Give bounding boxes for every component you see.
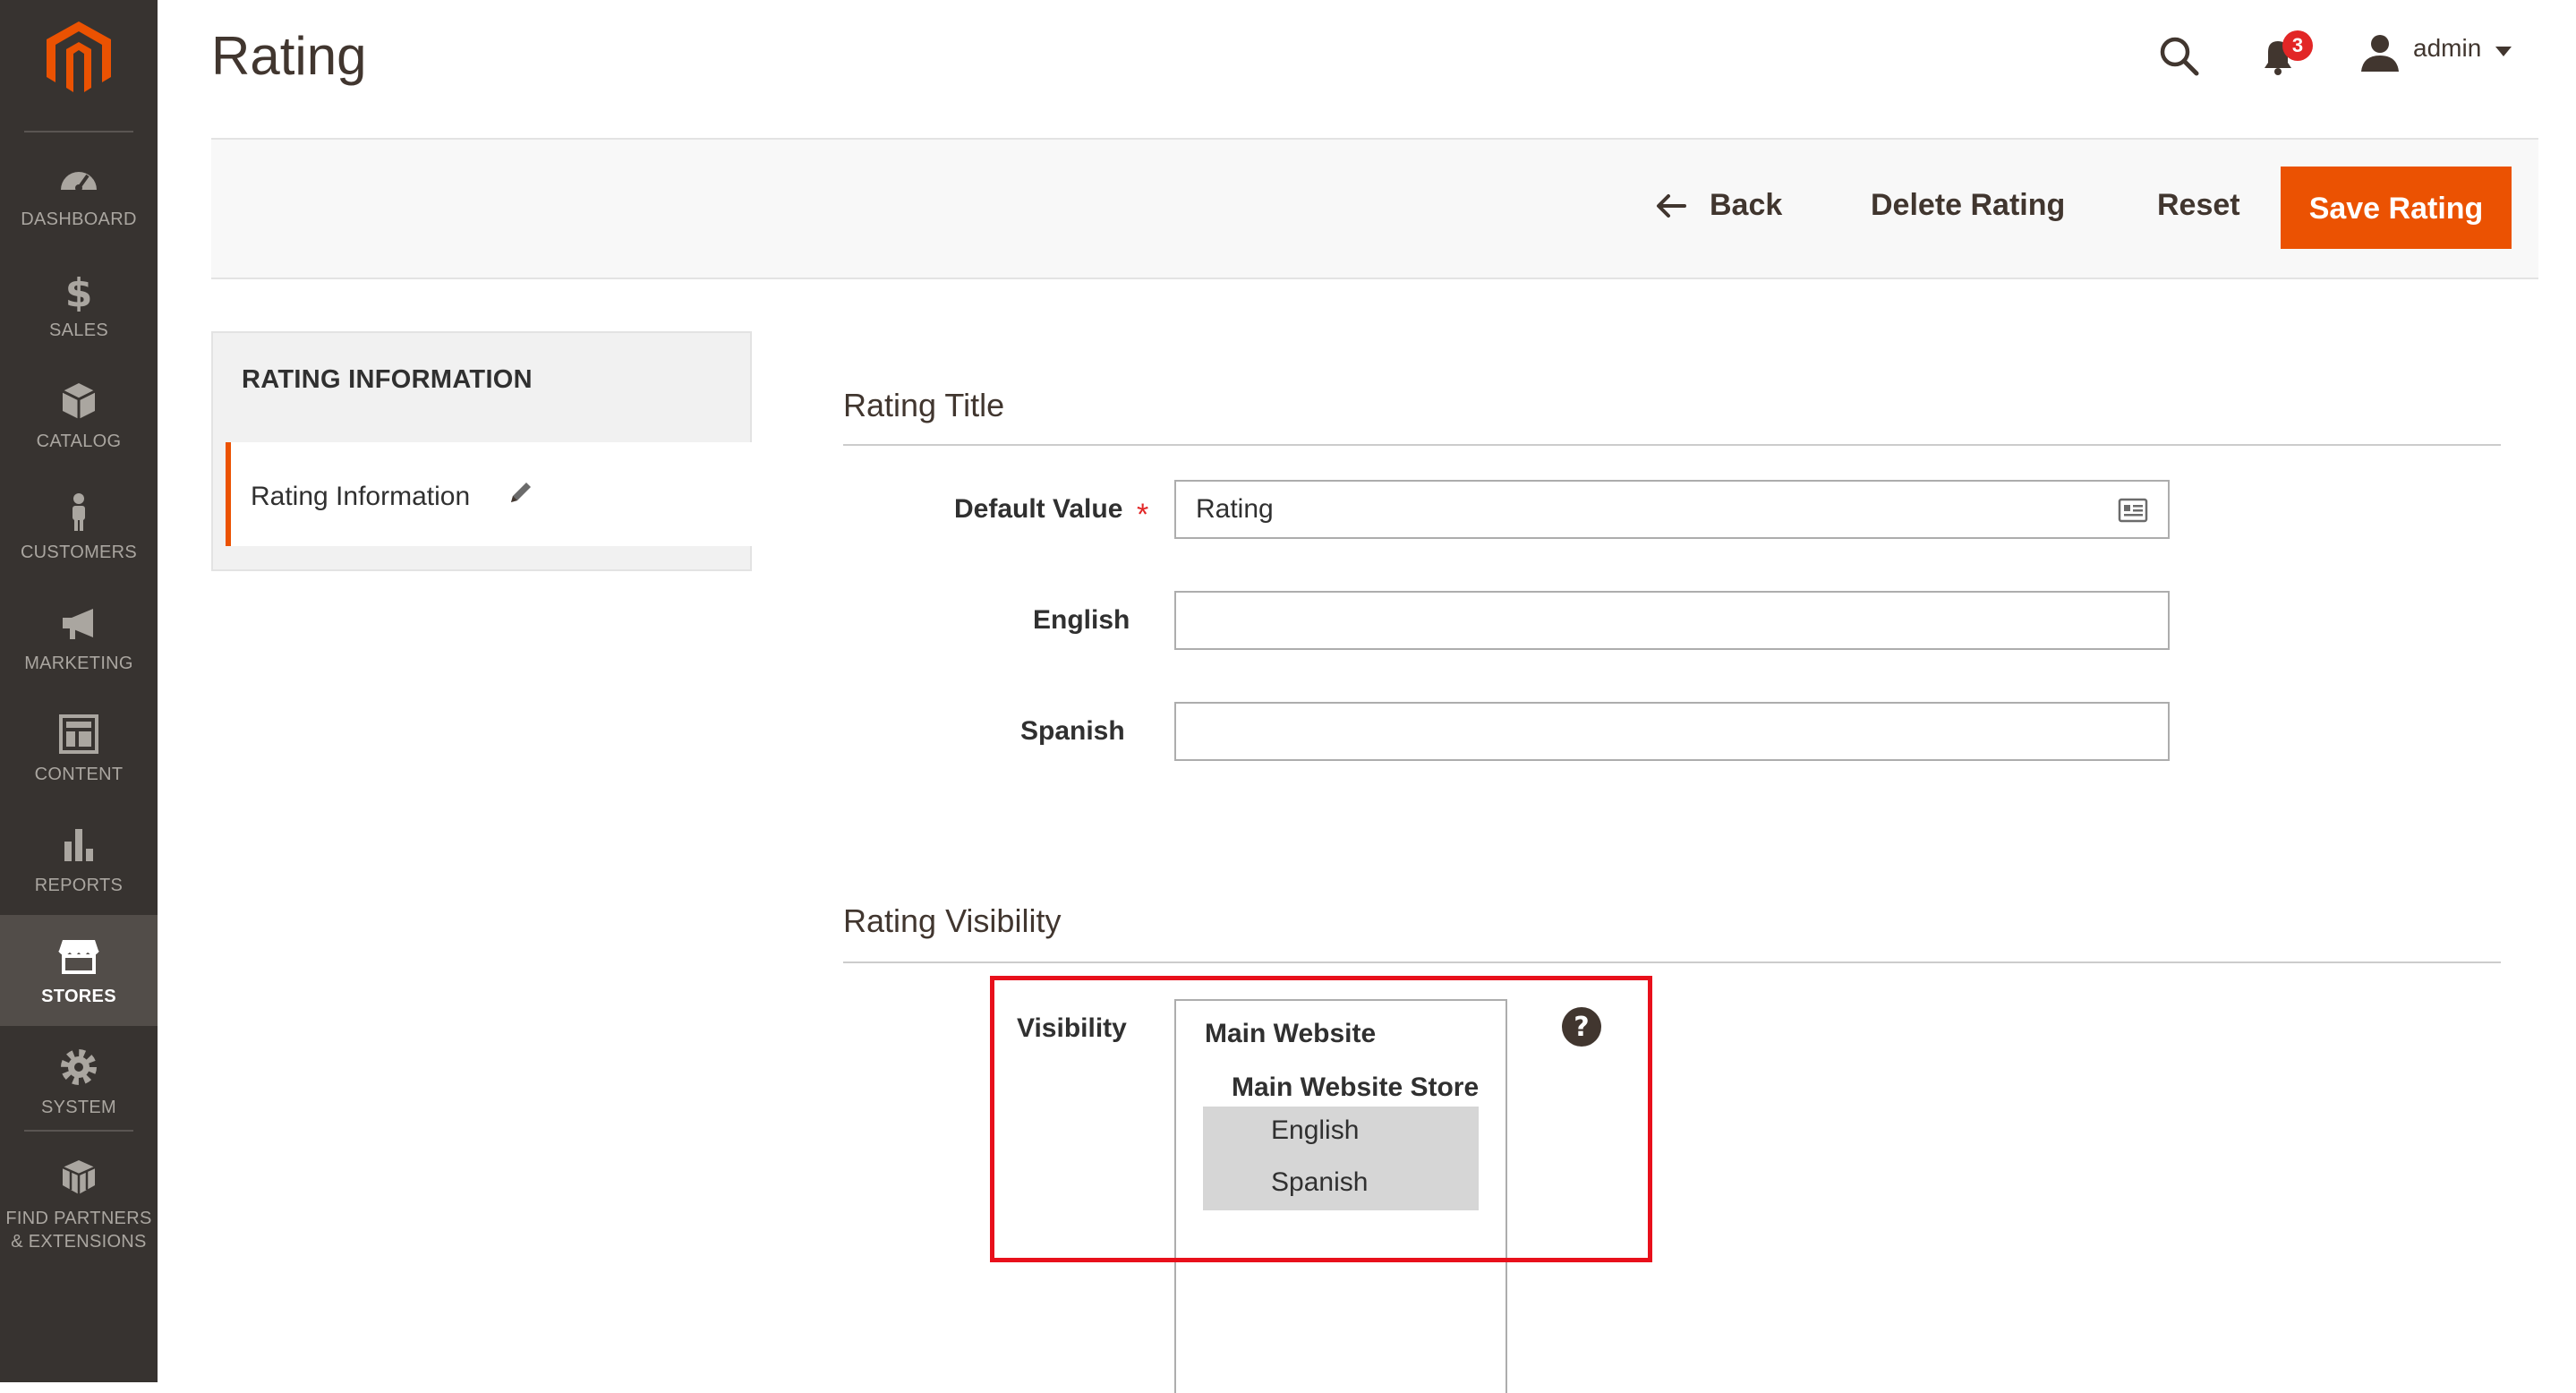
sidebar-item-customers[interactable]: CUSTOMERS (0, 471, 158, 582)
sidebar-item-label-line2: & EXTENSIONS (11, 1232, 147, 1252)
chevron-down-icon[interactable] (2495, 47, 2512, 57)
save-rating-button[interactable]: Save Rating (2281, 167, 2512, 249)
annotation-highlight-box (990, 976, 1652, 1262)
person-icon (73, 493, 85, 531)
sidebar-item-label: MARKETING (24, 654, 133, 673)
sidebar-item-stores[interactable]: STORES (0, 915, 158, 1026)
gear-icon (61, 1049, 97, 1085)
delete-rating-button[interactable]: Delete Rating (1871, 188, 2065, 223)
address-card-icon[interactable] (2118, 498, 2148, 523)
user-icon[interactable] (2359, 32, 2401, 73)
default-value-label: Default Value (954, 494, 1123, 524)
sidebar-item-label-line1: FIND PARTNERS (5, 1209, 152, 1228)
spanish-title-input[interactable] (1174, 702, 2170, 761)
fieldset-divider (843, 961, 2501, 963)
fieldset-divider (843, 444, 2501, 446)
magento-logo-icon[interactable] (39, 18, 118, 97)
sidebar-item-label: CONTENT (34, 765, 124, 784)
notification-count-badge[interactable]: 3 (2282, 30, 2313, 61)
blocks-icon (62, 1160, 96, 1194)
english-label: English (1033, 605, 1130, 635)
sidebar-item-label: DASHBOARD (21, 209, 137, 229)
sidebar-item-label: CATALOG (36, 432, 122, 451)
sidebar-item-marketing[interactable]: MARKETING (0, 582, 158, 693)
sidebar-divider (24, 1130, 133, 1132)
sidebar-item-system[interactable]: SYSTEM (0, 1026, 158, 1137)
svg-text:$: $ (65, 270, 93, 312)
admin-user-menu[interactable]: admin (2413, 34, 2481, 63)
required-asterisk: * (1137, 498, 1149, 532)
sidebar-item-label: STORES (41, 987, 116, 1006)
rating-visibility-legend: Rating Visibility (843, 902, 1062, 939)
search-icon[interactable] (2157, 34, 2200, 77)
sidebar-item-reports[interactable]: REPORTS (0, 804, 158, 915)
tabs-title: RATING INFORMATION (242, 365, 533, 394)
dollar-icon: $ (65, 270, 93, 312)
sidebar-item-label: SYSTEM (40, 1098, 117, 1117)
sidebar-item-label: FIND PARTNERS & EXTENSIONS (0, 1207, 158, 1253)
box-icon (62, 383, 96, 419)
pencil-icon (511, 483, 531, 502)
sidebar-divider (24, 131, 133, 132)
sidebar-item-sales[interactable]: $ SALES (0, 249, 158, 360)
layout-icon (59, 714, 98, 754)
sidebar-item-label: SALES (49, 320, 108, 340)
sidebar-item-dashboard[interactable]: DASHBOARD (0, 138, 158, 249)
english-title-input[interactable] (1174, 591, 2170, 650)
reset-button[interactable]: Reset (2157, 188, 2240, 223)
sidebar-item-label: REPORTS (34, 876, 124, 895)
default-value-input[interactable] (1174, 480, 2170, 539)
sidebar-item-label: CUSTOMERS (20, 543, 138, 562)
sidebar-item-find-partners[interactable]: FIND PARTNERS & EXTENSIONS (0, 1137, 158, 1262)
megaphone-icon (63, 609, 93, 639)
arrow-left-icon[interactable] (1656, 192, 1686, 219)
tab-rating-information-label[interactable]: Rating Information (251, 482, 470, 512)
sidebar-item-catalog[interactable]: CATALOG (0, 360, 158, 471)
rating-title-legend: Rating Title (843, 387, 1005, 423)
page-title: Rating (211, 26, 367, 86)
dashboard-icon (61, 172, 97, 192)
admin-sidebar: DASHBOARD $ SALES CATALOG CUSTOMERS MARK… (0, 0, 158, 1382)
storefront-icon (58, 940, 99, 974)
spanish-label: Spanish (1020, 716, 1125, 746)
sidebar-item-content[interactable]: CONTENT (0, 693, 158, 804)
bar-chart-icon (64, 829, 93, 861)
back-button[interactable]: Back (1710, 188, 1782, 223)
